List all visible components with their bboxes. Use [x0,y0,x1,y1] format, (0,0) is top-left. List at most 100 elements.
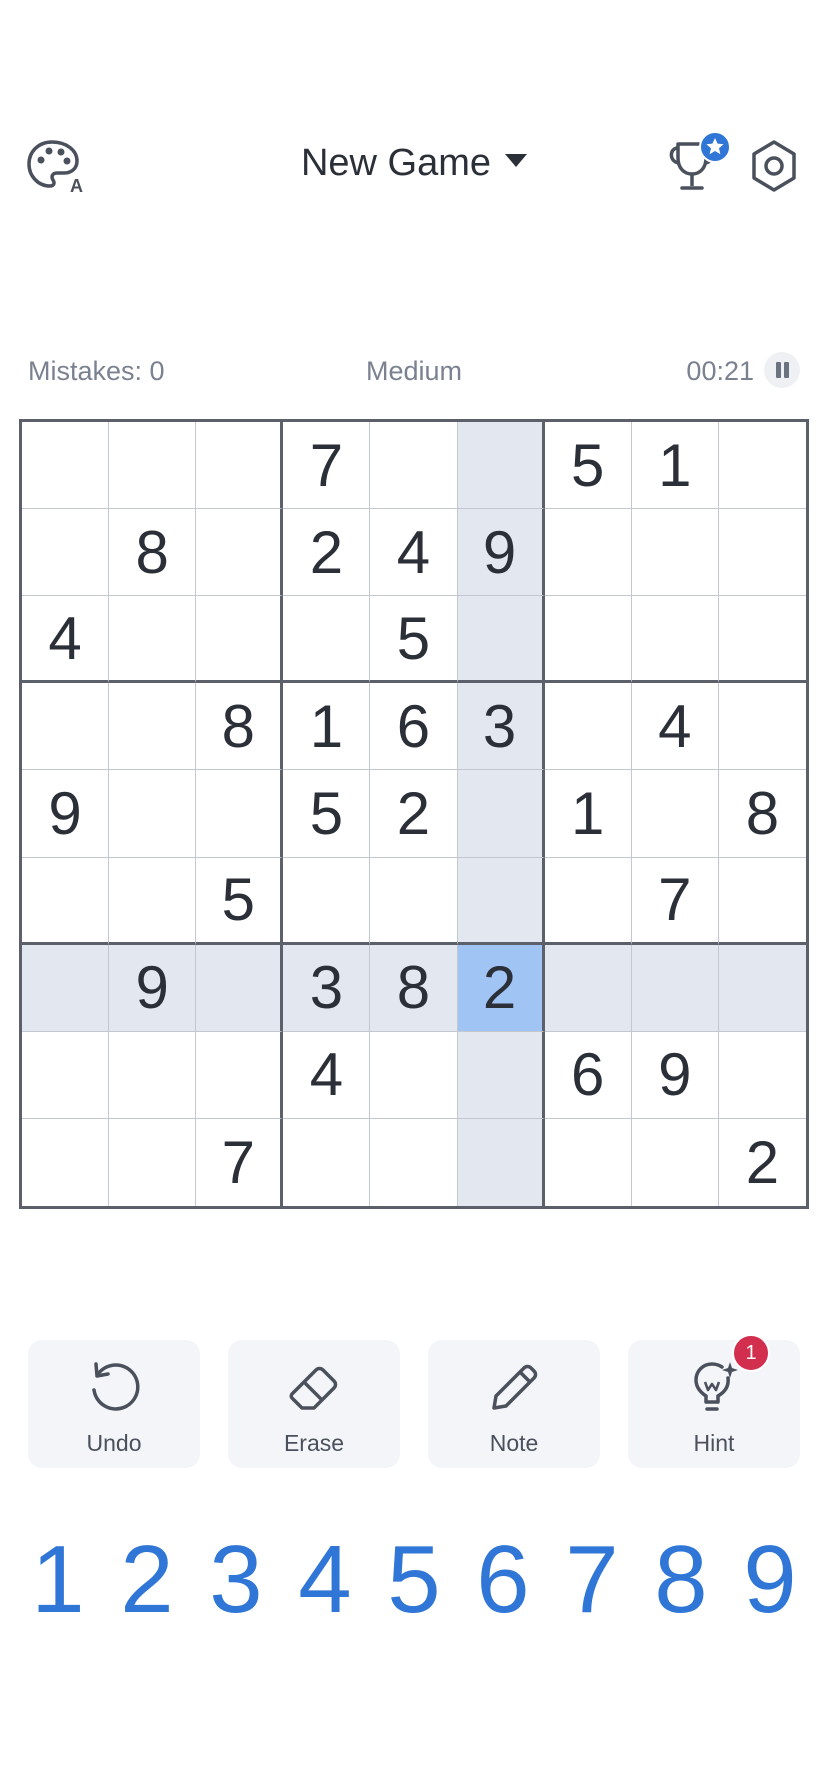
board-cell-r9-c9[interactable]: 2 [719,1119,806,1206]
board-cell-r5-c7[interactable]: 1 [544,770,632,858]
board-cell-r3-c5[interactable]: 5 [370,596,458,684]
board-cell-r2-c3[interactable] [196,509,284,597]
number-button-6[interactable]: 6 [459,1520,547,1640]
board-cell-r8-c6[interactable] [457,1031,545,1119]
board-cell-r4-c3[interactable]: 8 [196,683,284,771]
board-cell-r8-c8[interactable]: 9 [631,1031,719,1119]
board-cell-r8-c2[interactable] [109,1031,197,1119]
board-cell-r6-c3[interactable]: 5 [196,857,284,945]
board-cell-r4-c1[interactable] [22,683,110,771]
board-cell-r9-c3[interactable]: 7 [196,1118,284,1206]
lightbulb-icon [694,1362,738,1411]
board-cell-r5-c1[interactable]: 9 [22,770,110,858]
board-cell-r4-c5[interactable]: 6 [370,683,458,771]
board-cell-r9-c2[interactable] [109,1118,197,1206]
board-cell-r1-c6[interactable] [457,422,545,510]
board-cell-r1-c5[interactable] [370,422,458,510]
board-cell-r3-c3[interactable] [196,596,284,684]
board-cell-r5-c3[interactable] [196,770,284,858]
board-cell-r4-c2[interactable] [109,683,197,771]
board-cell-r2-c4[interactable]: 2 [283,509,371,597]
number-button-8[interactable]: 8 [637,1520,725,1640]
board-cell-r2-c1[interactable] [22,509,110,597]
number-button-5[interactable]: 5 [370,1520,458,1640]
board-cell-r2-c9[interactable] [718,509,806,597]
board-cell-r9-c5[interactable] [370,1118,458,1206]
board-cell-r3-c7[interactable] [544,596,632,684]
undo-button[interactable]: Undo [28,1340,200,1468]
hint-button[interactable]: Hint 1 [628,1334,800,1468]
board-cell-r8-c1[interactable] [22,1031,110,1119]
note-button[interactable]: Note [428,1340,600,1468]
board-cell-r1-c4[interactable]: 7 [283,422,371,510]
board-cell-r6-c1[interactable] [22,857,110,945]
board-cell-r7-c2[interactable]: 9 [109,944,197,1032]
board-cell-r8-c7[interactable]: 6 [544,1031,632,1119]
board-cell-r4-c8[interactable]: 4 [631,683,719,771]
board-cell-r4-c7[interactable] [544,683,632,771]
board-cell-r3-c9[interactable] [718,596,806,684]
number-button-1[interactable]: 1 [14,1520,102,1640]
board-cell-r1-c8[interactable]: 1 [631,422,719,510]
board-cell-r6-c6[interactable] [457,857,545,945]
board-cell-r5-c8[interactable] [631,770,719,858]
board-cell-r6-c7[interactable] [544,857,632,945]
board-cell-r6-c8[interactable]: 7 [631,857,719,945]
number-button-7[interactable]: 7 [548,1520,636,1640]
board-cell-r5-c9[interactable]: 8 [718,770,806,858]
number-button-9[interactable]: 9 [726,1520,814,1640]
board-cell-r2-c8[interactable] [631,509,719,597]
board-cell-r6-c9[interactable] [718,858,806,945]
board-cell-r1-c9[interactable] [718,422,806,510]
board-cell-r6-c5[interactable] [370,857,458,945]
board-cell-r9-c1[interactable] [22,1118,110,1206]
board-cell-r7-c8[interactable] [631,944,719,1032]
board-cell-r6-c2[interactable] [109,857,197,945]
board-cell-r6-c4[interactable] [283,857,371,945]
erase-button[interactable]: Erase [228,1340,400,1468]
board-cell-r5-c4[interactable]: 5 [283,770,371,858]
board-cell-r8-c5[interactable] [370,1031,458,1119]
board-cell-r7-c9[interactable] [718,944,806,1032]
trophy-button[interactable] [664,128,734,200]
board-cell-r7-c5[interactable]: 8 [370,944,458,1032]
board-cell-r7-c7[interactable] [544,944,632,1032]
board-cell-r4-c9[interactable] [718,683,806,771]
board-cell-r7-c6[interactable]: 2 [457,944,545,1032]
board-cell-r9-c8[interactable] [632,1118,719,1206]
board-cell-r5-c6[interactable] [457,770,545,858]
board-cell-r5-c5[interactable]: 2 [370,770,458,858]
board-cell-r4-c6[interactable]: 3 [457,683,545,771]
board-cell-r2-c6[interactable]: 9 [457,509,545,597]
board-cell-r8-c3[interactable] [196,1031,284,1119]
board-cell-r2-c7[interactable] [544,509,632,597]
board-cell-r9-c7[interactable] [545,1118,632,1206]
board-cell-r3-c2[interactable] [109,596,197,684]
pause-icon[interactable] [764,352,800,388]
board-cell-r2-c2[interactable]: 8 [109,509,197,597]
board-cell-r5-c2[interactable] [109,770,197,858]
board-cell-r7-c3[interactable] [196,944,284,1032]
board-cell-r3-c6[interactable] [457,596,545,684]
board-cell-r3-c1[interactable]: 4 [22,596,110,684]
board-cell-r7-c4[interactable]: 3 [283,944,371,1032]
board-cell-r7-c1[interactable] [22,944,110,1032]
number-button-4[interactable]: 4 [281,1520,369,1640]
new-game-dropdown[interactable]: New Game [254,142,574,185]
theme-button[interactable]: A [24,136,84,196]
board-cell-r1-c7[interactable]: 5 [544,422,632,510]
board-cell-r4-c4[interactable]: 1 [283,683,371,771]
board-cell-r2-c5[interactable]: 4 [370,509,458,597]
board-cell-r9-c6[interactable] [457,1118,545,1206]
number-button-3[interactable]: 3 [192,1520,280,1640]
board-cell-r9-c4[interactable] [283,1118,371,1206]
board-cell-r3-c4[interactable] [283,596,371,684]
board-cell-r8-c4[interactable]: 4 [283,1031,371,1119]
board-cell-r3-c8[interactable] [631,596,719,684]
number-button-2[interactable]: 2 [103,1520,191,1640]
board-cell-r1-c3[interactable] [196,422,284,510]
settings-button[interactable] [746,136,802,196]
board-cell-r8-c9[interactable] [718,1032,806,1119]
board-cell-r1-c2[interactable] [109,422,197,510]
board-cell-r1-c1[interactable] [22,422,110,510]
